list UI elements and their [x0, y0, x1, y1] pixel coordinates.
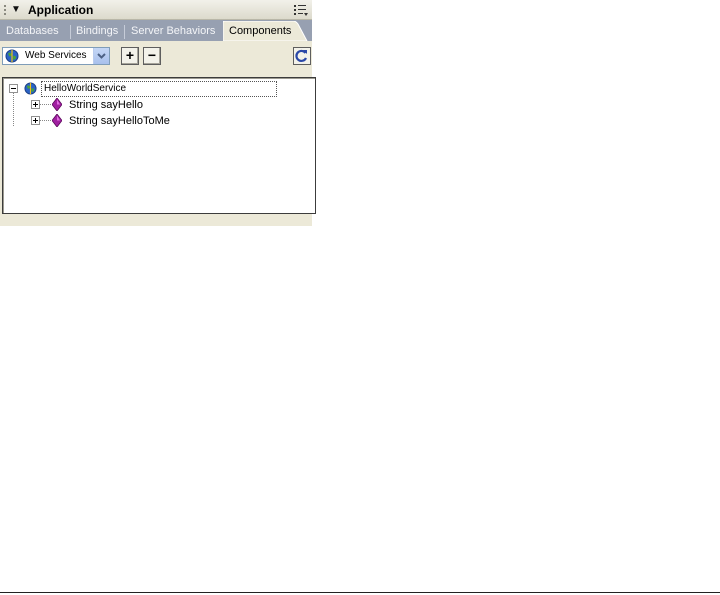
panel-options-icon[interactable]: [293, 3, 309, 17]
collapse-toggle[interactable]: [9, 84, 18, 93]
component-type-select[interactable]: Web Services: [2, 47, 110, 65]
tree-connector: [40, 120, 52, 121]
globe-icon: [24, 82, 37, 95]
remove-component-button[interactable]: −: [143, 47, 161, 65]
panel-header[interactable]: ▼ Application: [0, 0, 312, 20]
tree-node-method[interactable]: String sayHelloToMe: [69, 114, 170, 128]
refresh-button[interactable]: [293, 47, 311, 65]
tab-bindings[interactable]: Bindings: [76, 23, 118, 41]
chevron-down-icon[interactable]: [93, 48, 109, 64]
triangle-down-icon[interactable]: ▼: [11, 2, 21, 18]
globe-icon: [5, 49, 19, 63]
application-panel: ▼ Application Databases Bindings Server …: [0, 0, 316, 226]
expand-toggle[interactable]: [31, 116, 40, 125]
components-toolbar: Web Services + −: [0, 42, 312, 72]
tab-server-behaviors[interactable]: Server Behaviors: [131, 23, 215, 41]
panel-grip-handle[interactable]: [3, 4, 7, 16]
tab-components-label: Components: [229, 25, 292, 37]
tab-separator: [124, 25, 125, 39]
tab-components[interactable]: Components: [223, 21, 308, 41]
expand-toggle[interactable]: [31, 100, 40, 109]
add-component-button[interactable]: +: [121, 47, 139, 65]
refresh-icon: [295, 49, 308, 63]
tree-connector: [40, 104, 52, 105]
method-diamond-icon: [52, 114, 62, 127]
components-tree[interactable]: HelloWorldService String sayHello String…: [2, 77, 316, 214]
component-type-value: Web Services: [25, 50, 87, 61]
tab-separator: [70, 25, 71, 39]
method-diamond-icon: [52, 98, 62, 111]
tab-bar: Databases Bindings Server Behaviors Comp…: [0, 20, 312, 41]
tree-node-method[interactable]: String sayHello: [69, 98, 143, 112]
page-divider: [0, 592, 720, 593]
tab-databases[interactable]: Databases: [6, 23, 59, 41]
tree-node-helloworldservice[interactable]: HelloWorldService: [41, 81, 278, 97]
panel-title: Application: [28, 3, 94, 17]
tree-connector: [13, 93, 14, 126]
